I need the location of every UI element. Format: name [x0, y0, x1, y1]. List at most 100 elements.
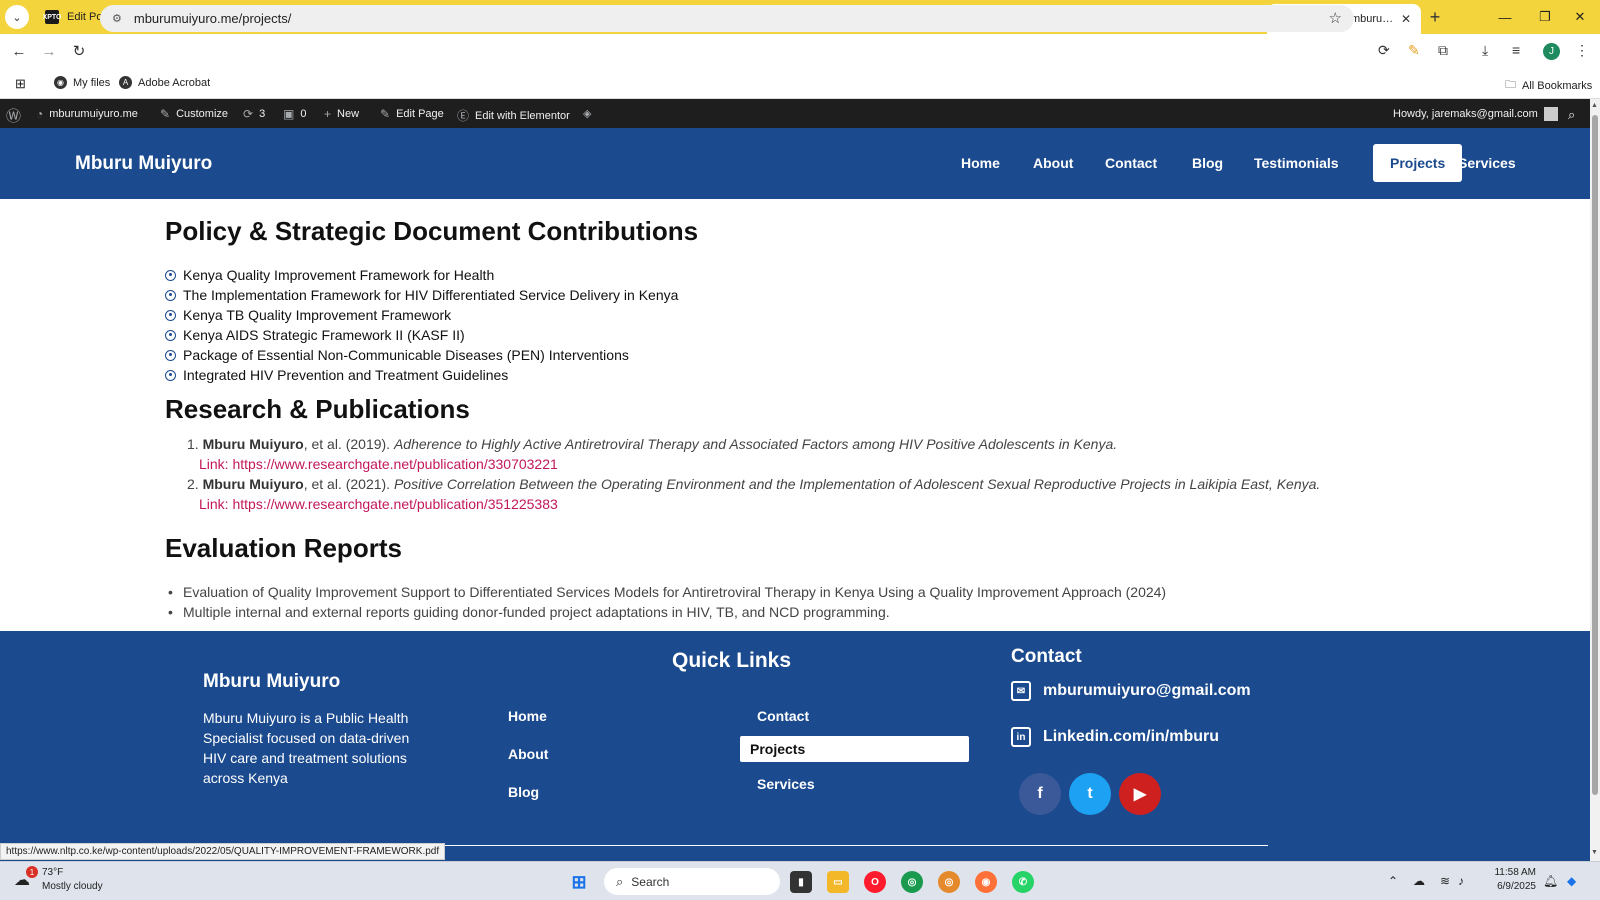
policy-heading: Policy & Strategic Document Contribution…	[165, 216, 699, 246]
policy-item-text[interactable]: The Implementation Framework for HIV Dif…	[183, 287, 678, 303]
copilot-icon[interactable]: ◆	[1567, 874, 1576, 888]
forward-button[interactable]: →	[34, 43, 64, 60]
footer-link-services[interactable]: Services	[757, 776, 815, 792]
footer-link-blog[interactable]: Blog	[508, 784, 539, 800]
footer-link-home[interactable]: Home	[508, 708, 547, 724]
tab-close-icon[interactable]: ✕	[1401, 12, 1411, 26]
policy-item-text[interactable]: Kenya AIDS Strategic Framework II (KASF …	[183, 327, 465, 343]
admin-comments-link[interactable]: ▣ 0	[283, 107, 306, 121]
policy-item-text[interactable]: Kenya TB Quality Improvement Framework	[183, 307, 451, 323]
clock-date[interactable]: 6/9/2025	[1490, 881, 1536, 892]
url-text[interactable]: mburumuiyuro.me/projects/	[134, 11, 292, 26]
site-title[interactable]: Mburu Muiyuro	[75, 153, 212, 175]
task-view-icon[interactable]: ▮	[790, 871, 812, 893]
pen-extension-icon[interactable]: ✎	[1408, 42, 1420, 59]
tray-chevron-icon[interactable]: ⌃	[1388, 874, 1398, 888]
nav-about[interactable]: About	[1016, 144, 1090, 182]
publication-link[interactable]: Link: https://www.researchgate.net/publi…	[199, 496, 558, 512]
media-icon[interactable]: ≡	[1512, 42, 1520, 58]
chrome-icon[interactable]: ◎	[901, 871, 923, 893]
bookmark-my-files[interactable]: ◉ My files	[54, 76, 110, 89]
wp-admin-bar: Ⓦ ◔ mburumuiyuro.me ✎ Customize ⟳ 3 ▣ 0 + New…	[0, 99, 1600, 128]
policy-item-text[interactable]: Integrated HIV Prevention and Treatment …	[183, 367, 508, 383]
wordpress-logo-icon[interactable]: Ⓦ	[6, 105, 21, 126]
firefox-icon[interactable]: ◉	[975, 871, 997, 893]
brush-icon: ✎	[160, 107, 171, 121]
bookmark-star-icon[interactable]: ☆	[1329, 9, 1342, 27]
footer-email[interactable]: ✉ mburumuiyuro@gmail.com	[1011, 681, 1251, 701]
footer-link-contact[interactable]: Contact	[757, 708, 809, 724]
footer-linkedin[interactable]: in Linkedin.com/in/mburu	[1011, 727, 1219, 747]
scroll-up-icon[interactable]: ▲	[1591, 102, 1598, 109]
policy-item[interactable]: Kenya AIDS Strategic Framework II (KASF …	[165, 327, 465, 343]
admin-account-menu[interactable]: Howdy, jaremaks@gmail.com	[1393, 107, 1558, 121]
updates-icon: ⟳	[243, 107, 254, 121]
admin-new-link[interactable]: + New	[324, 107, 359, 121]
profile-avatar[interactable]: J	[1543, 43, 1560, 60]
publication-link[interactable]: Link: https://www.researchgate.net/publi…	[199, 456, 558, 472]
policy-item[interactable]: Kenya Quality Improvement Framework for …	[165, 267, 494, 283]
admin-search-icon[interactable]: ⌕	[1568, 107, 1575, 123]
download-icon[interactable]: ⤓	[1482, 42, 1488, 59]
whatsapp-icon[interactable]: ✆	[1012, 871, 1034, 893]
diamond-icon[interactable]: ◈	[583, 107, 591, 120]
nav-home[interactable]: Home	[944, 144, 1017, 182]
new-tab-button[interactable]: +	[1421, 7, 1449, 28]
bookmark-adobe[interactable]: A Adobe Acrobat	[119, 76, 210, 89]
address-bar[interactable]: ⚙ mburumuiyuro.me/projects/ ☆	[100, 5, 1354, 32]
extensions-icon[interactable]: ⧉	[1438, 42, 1448, 59]
page-scrollbar[interactable]: ▲ ▼	[1590, 99, 1600, 861]
volume-icon[interactable]: ♪	[1458, 874, 1464, 888]
policy-item[interactable]: Kenya TB Quality Improvement Framework	[165, 307, 451, 323]
clock-time[interactable]: 11:58 AM	[1490, 867, 1536, 878]
site-info-icon[interactable]: ⚙	[112, 12, 122, 25]
admin-elementor-link[interactable]: Ⓔ Edit with Elementor	[457, 107, 570, 124]
policy-item[interactable]: Package of Essential Non-Communicable Di…	[165, 347, 629, 363]
nav-contact[interactable]: Contact	[1088, 144, 1174, 182]
footer-contact-heading: Contact	[1011, 646, 1082, 667]
admin-site-link[interactable]: ◔ mburumuiyuro.me	[36, 107, 138, 121]
nav-services[interactable]: Services	[1441, 144, 1533, 182]
policy-item[interactable]: The Implementation Framework for HIV Dif…	[165, 287, 678, 303]
scroll-down-icon[interactable]: ▼	[1591, 849, 1598, 856]
opera-icon[interactable]: O	[864, 871, 886, 893]
sync-icon[interactable]: ⟳	[1378, 42, 1390, 59]
admin-edit-page-link[interactable]: ✎ Edit Page	[380, 107, 444, 121]
start-windows-icon[interactable]: ⊞	[568, 871, 590, 893]
minimize-button[interactable]: —	[1485, 0, 1525, 34]
facebook-icon[interactable]: f	[1019, 773, 1061, 815]
apps-grid-icon[interactable]: ⊞	[15, 76, 26, 92]
folder-icon: 🗀	[1505, 79, 1516, 91]
admin-updates-link[interactable]: ⟳ 3	[243, 107, 265, 121]
twitter-icon[interactable]: t	[1069, 773, 1111, 815]
admin-customize-link[interactable]: ✎ Customize	[160, 107, 228, 121]
all-bookmarks[interactable]: 🗀 All Bookmarks	[1505, 76, 1592, 95]
footer-link-projects[interactable]: Projects	[740, 736, 969, 762]
youtube-icon[interactable]: ▶	[1119, 773, 1161, 815]
taskbar-search[interactable]: ⌕ Search	[604, 868, 780, 895]
restore-button[interactable]: ❐	[1525, 0, 1565, 34]
menu-kebab-icon[interactable]: ⋮	[1575, 42, 1589, 59]
chrome-canary-icon[interactable]: ◎	[938, 871, 960, 893]
policy-item-text[interactable]: Kenya Quality Improvement Framework for …	[183, 267, 494, 283]
wifi-icon[interactable]: ≋	[1440, 874, 1450, 888]
tab-search-button[interactable]: ⌄	[5, 5, 29, 29]
scrollbar-thumb[interactable]	[1592, 115, 1598, 795]
reload-button[interactable]: ↻	[64, 42, 94, 60]
weather-temp[interactable]: 73°F	[42, 867, 63, 878]
nav-testimonials[interactable]: Testimonials	[1237, 144, 1356, 182]
footer-link-about[interactable]: About	[508, 746, 548, 762]
publication-title: Positive Correlation Between the Operati…	[393, 476, 1321, 492]
policy-item[interactable]: Integrated HIV Prevention and Treatment …	[165, 367, 508, 383]
onedrive-icon[interactable]: ☁	[1413, 874, 1425, 888]
nav-blog[interactable]: Blog	[1175, 144, 1240, 182]
elementor-icon: Ⓔ	[457, 109, 470, 123]
close-window-button[interactable]: ✕	[1560, 0, 1600, 34]
user-avatar	[1543, 107, 1558, 121]
weather-desc[interactable]: Mostly cloudy	[42, 881, 103, 892]
policy-item-text[interactable]: Package of Essential Non-Communicable Di…	[183, 347, 629, 363]
arrow-right-icon: →	[41, 42, 57, 60]
back-button[interactable]: ←	[4, 43, 34, 60]
notification-bell-icon[interactable]: 🔔︎	[1543, 874, 1558, 888]
file-explorer-icon[interactable]: ▭	[827, 871, 849, 893]
